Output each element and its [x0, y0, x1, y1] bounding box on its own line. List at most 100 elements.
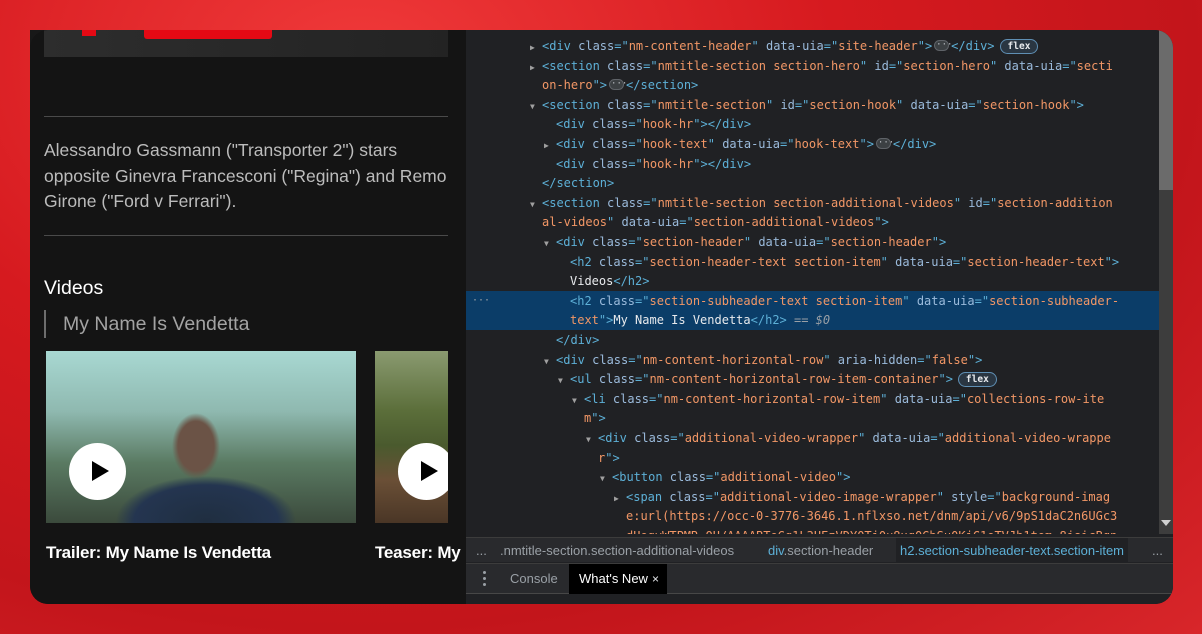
code-token: aria-hidden — [837, 352, 918, 367]
breadcrumb-item-selected[interactable]: h2.section-subheader-text.section-item — [896, 538, 1129, 562]
netflix-logo[interactable] — [82, 30, 96, 36]
dom-node-line[interactable]: ▶ <div class="nm-content-header" data-uia… — [466, 35, 1159, 56]
dom-node-line[interactable]: dUogvWTPMR_OU/AAAABToGq1L3UEzVDY0Tj0u8xq… — [466, 526, 1159, 534]
code-token: =" — [649, 391, 664, 406]
code-token: "> — [938, 372, 953, 387]
code-token: "> — [859, 137, 874, 151]
dom-node-line[interactable]: ▶ <span class="additional-video-image-wra… — [466, 487, 1159, 507]
dom-node-line[interactable]: <div class="hook-hr"></div> — [466, 114, 1159, 134]
code-token: data-uia — [722, 137, 780, 151]
dom-node-line[interactable]: ▼ <ul class="nm-content-horizontal-row-it… — [466, 369, 1159, 389]
dom-node-line[interactable]: ▼ <section class="nmtitle-section" id="se… — [466, 95, 1159, 115]
dom-node-line[interactable]: r"> — [466, 448, 1159, 468]
code-token: Videos — [570, 274, 614, 289]
dom-node-line[interactable]: m"> — [466, 408, 1159, 428]
code-token: =" — [917, 352, 932, 367]
code-token: =" — [1062, 58, 1077, 73]
ellipsis-expand-icon[interactable] — [875, 133, 894, 153]
dom-node-line[interactable]: </div> — [466, 330, 1159, 350]
node-actions-icon[interactable]: ··· — [472, 291, 490, 311]
dom-node-line[interactable]: ▶ <div class="hook-text" data-uia="hook-t… — [466, 133, 1159, 154]
dom-node-line[interactable]: Videos</h2> — [466, 271, 1159, 291]
ellipsis-expand-icon[interactable] — [609, 74, 627, 94]
code-token: <section — [542, 58, 608, 73]
code-token: section-additional-videos — [693, 215, 875, 230]
code-token: =" — [614, 39, 629, 53]
dom-node-line[interactable]: ▼ <div class="nm-content-horizontal-row" … — [466, 350, 1159, 370]
ellipsis-expand-icon[interactable] — [934, 35, 952, 55]
flex-badge[interactable]: flex — [999, 39, 1039, 54]
dom-node-line[interactable]: <h2 class="section-header-text section-i… — [466, 252, 1159, 272]
section-subheader-text: My Name Is Vendetta — [44, 310, 249, 338]
video-title[interactable]: Trailer: My Name Is Vendetta — [46, 543, 356, 563]
dom-node-line[interactable]: <div class="hook-hr"></div> — [466, 154, 1159, 174]
video-title[interactable]: Teaser: My Name Is Vendetta — [375, 543, 466, 563]
code-token: class — [607, 195, 644, 210]
code-token: =" — [987, 489, 1002, 504]
join-button[interactable] — [144, 30, 272, 39]
code-token: id — [780, 97, 795, 112]
code-token: "> — [967, 352, 983, 367]
dom-node-line[interactable]: ▼ <button class="additional-video"> — [466, 467, 1159, 487]
hook-text: Alessandro Gassmann ("Transporter 2") st… — [44, 140, 447, 211]
code-token: nm-content-horizontal-row-item-container — [649, 372, 939, 387]
code-token: section-hook — [982, 97, 1070, 112]
dom-node-line-selected[interactable]: text">My Name Is Vendetta</h2> == $0 — [466, 310, 1159, 330]
code-token: hook-hr — [642, 117, 694, 132]
scrollbar-thumb[interactable] — [1159, 30, 1173, 190]
breadcrumb-item[interactable]: div.section-header — [768, 538, 873, 562]
section-header-text: Videos — [44, 277, 104, 299]
dom-node-line[interactable]: e:url(https://occ-0-3776-3646.1.nflxso.n… — [466, 506, 1159, 526]
dom-node-line-selected[interactable]: <h2 class="section-subheader-text sectio… — [466, 290, 1159, 311]
video-thumbnail[interactable] — [46, 351, 356, 523]
code-token: =" — [679, 215, 694, 230]
breadcrumb-item[interactable]: .nmtitle-section.section-additional-vide… — [500, 538, 734, 562]
tab-console[interactable]: Console — [500, 564, 568, 594]
elements-scrollbar[interactable] — [1159, 30, 1173, 534]
code-token: =" — [779, 137, 795, 151]
code-token: data-uia — [894, 391, 953, 406]
dom-node-line[interactable]: on-hero"> </section> — [466, 74, 1159, 95]
dom-node-line[interactable]: </section> — [466, 173, 1159, 193]
code-token: id — [968, 195, 983, 210]
breadcrumb-more-right[interactable]: ... — [1152, 538, 1163, 562]
video-card[interactable]: Trailer: My Name Is Vendetta — [46, 351, 356, 563]
breadcrumb-more-left[interactable]: ... — [476, 538, 487, 562]
dom-node-line[interactable]: ▶ <section class="nmtitle-section section… — [466, 56, 1159, 76]
code-token: secti — [1076, 58, 1113, 73]
elements-tree[interactable]: ▶ <div class="nm-content-header" data-uia… — [466, 30, 1159, 534]
play-icon[interactable] — [69, 443, 126, 500]
code-token: nmtitle-section section-additional-video… — [657, 195, 954, 210]
code-token: nm-content-horizontal-row-item — [663, 391, 881, 406]
code-token: additional-video-image-wrapper — [719, 489, 937, 504]
code-token: al-videos — [542, 215, 608, 230]
code-token: </div> — [892, 137, 937, 151]
code-token: =" — [628, 352, 643, 367]
code-token: "> — [591, 411, 606, 426]
code-token: "> — [598, 313, 614, 328]
close-icon[interactable]: × — [652, 572, 659, 586]
video-card[interactable]: Teaser: My Name Is Vendetta — [375, 351, 466, 563]
flex-badge[interactable]: flex — [957, 372, 997, 388]
video-thumbnail[interactable] — [375, 351, 448, 523]
code-token: " — [989, 58, 1005, 73]
code-token: =" — [705, 470, 721, 485]
tab-whats-new[interactable]: What's New × — [569, 564, 667, 594]
code-token: class — [592, 156, 629, 171]
dom-node-line[interactable]: ▼ <li class="nm-content-horizontal-row-it… — [466, 389, 1159, 409]
code-token: <div — [556, 235, 593, 249]
drawer-tabbar: Console What's New × — [466, 563, 1173, 594]
dom-node-line[interactable]: ▼ <div class="section-header" data-uia="s… — [466, 232, 1159, 252]
more-tools-kebab-icon[interactable] — [483, 571, 487, 587]
scroll-down-arrow-icon[interactable] — [1161, 520, 1171, 526]
hook-divider-top — [44, 116, 448, 117]
dom-node-line[interactable]: ▼ <section class="nmtitle-section section… — [466, 193, 1159, 213]
code-token: data-uia — [895, 254, 953, 269]
code-token: =" — [628, 235, 643, 249]
code-token: =" — [628, 137, 643, 151]
play-icon[interactable] — [398, 443, 448, 500]
dom-node-line[interactable]: ▼ <div class="additional-video-wrapper" d… — [466, 428, 1159, 448]
code-token: <section — [542, 195, 608, 210]
code-token: == $0 — [786, 313, 831, 328]
dom-node-line[interactable]: al-videos" data-uia="section-additional-… — [466, 212, 1159, 232]
